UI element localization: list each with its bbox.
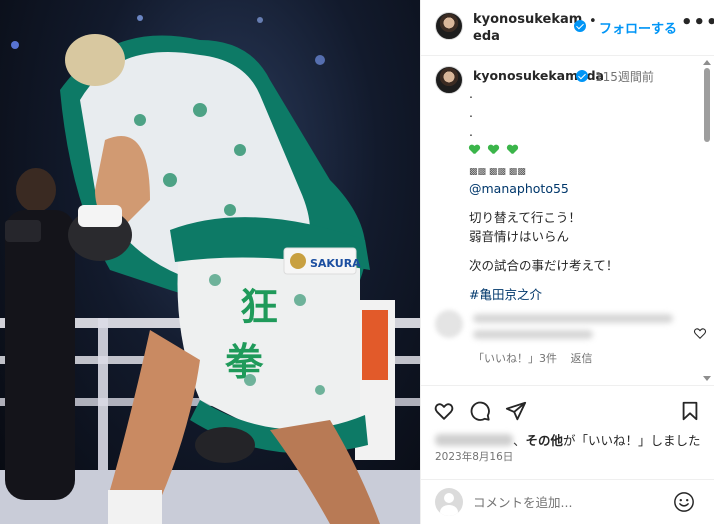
header-avatar[interactable] (435, 12, 463, 40)
caption-boxes: ▩▩ ▩▩ ▩▩ (469, 167, 526, 177)
comments-area[interactable]: kyonosukekameda 115週間前 . . . ▩▩ ▩▩ ▩▩ @m… (421, 56, 714, 384)
caption-dot-line: . (469, 124, 473, 139)
comment-item: 「いいね！」3件 返信 (433, 306, 707, 378)
boxer-photo: 狂 拳 SAKURA (0, 15, 420, 524)
comment-avatar[interactable] (435, 310, 463, 338)
likes-summary[interactable]: 、その他が「いいね！」しました (435, 430, 701, 449)
green-heart-icon (507, 145, 518, 155)
comment-text-blurred (473, 330, 593, 339)
green-hearts (469, 141, 699, 160)
post-header: kyonosukekameda • フォローする ••• (421, 0, 714, 56)
caption-text-1: 切り替えて行こう！ (469, 210, 581, 225)
scroll-up-arrow-icon[interactable] (703, 60, 711, 65)
post-panel: kyonosukekameda • フォローする ••• kyonosukeka… (420, 0, 714, 524)
add-comment-bar (421, 479, 714, 524)
comment-bubble-icon[interactable] (469, 400, 491, 422)
caption-mention[interactable]: @manaphoto55 (469, 179, 699, 198)
user-avatar-icon (435, 488, 463, 516)
verified-icon (576, 70, 588, 82)
likes-others[interactable]: その他 (526, 433, 564, 448)
scroll-thumb[interactable] (704, 68, 710, 142)
header-username[interactable]: kyonosukekameda (473, 11, 585, 45)
share-plane-icon[interactable] (505, 400, 527, 422)
post-photo: 狂 拳 SAKURA (0, 0, 420, 524)
caption-text-3: 次の試合の事だけ考えて！ (469, 258, 619, 273)
follow-button[interactable]: フォローする (599, 18, 677, 37)
caption-body: . . . ▩▩ ▩▩ ▩▩ @manaphoto55 切り替えて行こう！ 弱音… (469, 84, 699, 304)
comment-input[interactable] (473, 491, 673, 513)
comment-text-blurred (473, 314, 673, 323)
green-heart-icon (469, 145, 480, 155)
comment-meta: 「いいね！」3件 返信 (473, 350, 603, 366)
like-heart-icon[interactable] (433, 400, 455, 422)
emoji-icon[interactable] (673, 491, 695, 513)
header-separator: • (589, 14, 597, 29)
more-options-icon[interactable]: ••• (681, 12, 714, 33)
caption-avatar[interactable] (435, 66, 463, 94)
scroll-down-arrow-icon[interactable] (703, 376, 711, 381)
trunks-text-2: 拳 (224, 340, 264, 384)
post-date[interactable]: 2023年8月16日 (435, 449, 513, 464)
sponsor-label: SAKURA (310, 257, 361, 270)
scrollbar[interactable] (703, 60, 711, 382)
save-bookmark-icon[interactable] (679, 400, 701, 422)
green-heart-icon (488, 145, 499, 155)
caption-dot-line: . (469, 86, 473, 101)
caption-hashtag[interactable]: #亀田京之介 (469, 285, 699, 304)
reply-button[interactable]: 返信 (571, 352, 593, 365)
trunks-text-1: 狂 (240, 285, 278, 329)
caption-dot-line: . (469, 105, 473, 120)
action-bar: 、その他が「いいね！」しました 2023年8月16日 (421, 385, 714, 479)
comment-likes[interactable]: 「いいね！」3件 (473, 352, 557, 365)
caption-time[interactable]: 115週間前 (595, 68, 654, 85)
liker-name-blurred (435, 434, 513, 446)
verified-icon (574, 20, 586, 32)
caption-text-2: 弱音情けはいらん (469, 229, 570, 244)
